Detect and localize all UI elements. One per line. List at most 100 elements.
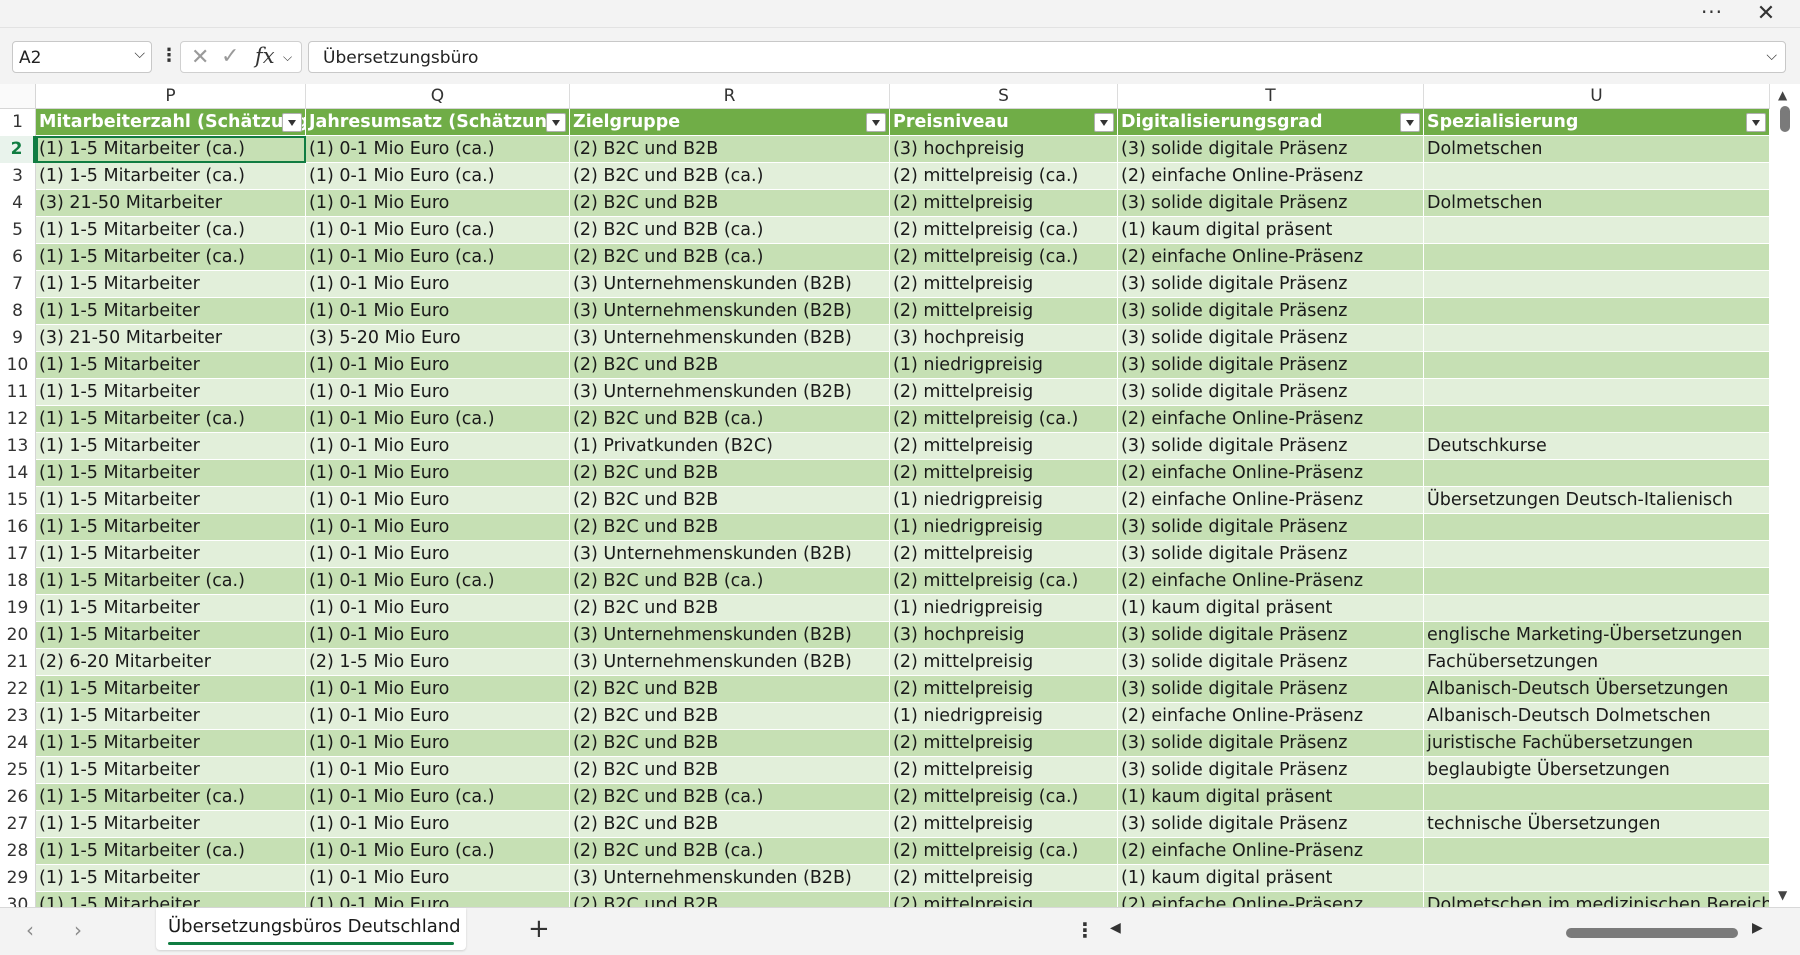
table-cell[interactable]: (1) 0-1 Mio Euro — [306, 892, 570, 907]
filter-dropdown-icon[interactable] — [1400, 113, 1420, 132]
scroll-right-icon[interactable]: ▶ — [1752, 920, 1763, 936]
table-cell[interactable]: (2) B2C und B2B (ca.) — [570, 244, 890, 271]
table-header-cell[interactable]: Jahresumsatz (Schätzung) — [306, 109, 570, 136]
row-number[interactable]: 6 — [0, 244, 36, 271]
table-cell[interactable]: (2) B2C und B2B — [570, 757, 890, 784]
table-cell[interactable]: (1) 0-1 Mio Euro (ca.) — [306, 568, 570, 595]
more-options-icon[interactable]: ··· — [1694, 2, 1730, 26]
filter-dropdown-icon[interactable] — [282, 113, 302, 132]
table-cell[interactable]: technische Übersetzungen — [1424, 811, 1770, 838]
row-number[interactable]: 26 — [0, 784, 36, 811]
table-cell[interactable]: (1) kaum digital präsent — [1118, 784, 1424, 811]
table-cell[interactable]: (2) 6-20 Mitarbeiter — [36, 649, 306, 676]
table-cell[interactable] — [1424, 595, 1770, 622]
table-cell[interactable] — [1424, 379, 1770, 406]
table-cell[interactable]: (2) einfache Online-Präsenz — [1118, 487, 1424, 514]
table-cell[interactable]: (3) Unternehmenskunden (B2B) — [570, 649, 890, 676]
table-cell[interactable] — [1424, 271, 1770, 298]
table-cell[interactable]: (1) 1-5 Mitarbeiter — [36, 514, 306, 541]
table-cell[interactable]: (3) solide digitale Präsenz — [1118, 325, 1424, 352]
table-cell[interactable]: (1) 0-1 Mio Euro — [306, 676, 570, 703]
table-cell[interactable]: (1) 1-5 Mitarbeiter — [36, 703, 306, 730]
table-cell[interactable]: (2) B2C und B2B — [570, 703, 890, 730]
check-icon[interactable]: ✓ — [221, 44, 239, 69]
table-cell[interactable]: (2) B2C und B2B — [570, 190, 890, 217]
table-cell[interactable]: (1) 0-1 Mio Euro (ca.) — [306, 784, 570, 811]
formula-input[interactable]: Übersetzungsbüro ⌵ — [308, 41, 1786, 73]
table-cell[interactable] — [1424, 244, 1770, 271]
table-cell[interactable]: (3) solide digitale Präsenz — [1118, 433, 1424, 460]
table-cell[interactable]: Dolmetschen — [1424, 190, 1770, 217]
table-cell[interactable]: (1) 1-5 Mitarbeiter — [36, 730, 306, 757]
table-cell[interactable]: (2) mittelpreisig (ca.) — [890, 838, 1118, 865]
table-cell[interactable]: (1) 0-1 Mio Euro — [306, 730, 570, 757]
table-cell[interactable]: (3) solide digitale Präsenz — [1118, 190, 1424, 217]
horizontal-scroll-thumb[interactable] — [1566, 928, 1738, 938]
row-number[interactable]: 16 — [0, 514, 36, 541]
table-header-cell[interactable]: Digitalisierungsgrad — [1118, 109, 1424, 136]
table-header-cell[interactable]: Preisniveau — [890, 109, 1118, 136]
table-cell[interactable]: (1) 0-1 Mio Euro — [306, 811, 570, 838]
table-cell[interactable]: (2) B2C und B2B (ca.) — [570, 784, 890, 811]
table-cell[interactable]: (3) Unternehmenskunden (B2B) — [570, 271, 890, 298]
table-cell[interactable]: (2) mittelpreisig (ca.) — [890, 244, 1118, 271]
table-cell[interactable]: englische Marketing-Übersetzungen — [1424, 622, 1770, 649]
table-cell[interactable]: (1) niedrigpreisig — [890, 487, 1118, 514]
table-cell[interactable]: (1) 0-1 Mio Euro (ca.) — [306, 217, 570, 244]
row-number[interactable]: 17 — [0, 541, 36, 568]
table-cell[interactable]: (1) 1-5 Mitarbeiter (ca.) — [36, 163, 306, 190]
table-cell[interactable]: (1) 0-1 Mio Euro — [306, 703, 570, 730]
table-cell[interactable]: (1) 0-1 Mio Euro — [306, 541, 570, 568]
table-cell[interactable]: (2) mittelpreisig — [890, 649, 1118, 676]
table-cell[interactable]: (2) mittelpreisig — [890, 379, 1118, 406]
table-header-cell[interactable]: Mitarbeiterzahl (Schätzung) — [36, 109, 306, 136]
table-cell[interactable]: (3) solide digitale Präsenz — [1118, 136, 1424, 163]
table-cell[interactable]: (2) einfache Online-Präsenz — [1118, 568, 1424, 595]
table-cell[interactable]: (1) 1-5 Mitarbeiter — [36, 865, 306, 892]
table-cell[interactable] — [1424, 541, 1770, 568]
table-cell[interactable]: (1) 1-5 Mitarbeiter — [36, 541, 306, 568]
vertical-scroll-thumb[interactable] — [1780, 106, 1790, 132]
table-cell[interactable]: (2) mittelpreisig — [890, 757, 1118, 784]
table-cell[interactable]: (3) 21-50 Mitarbeiter — [36, 190, 306, 217]
table-cell[interactable]: (2) mittelpreisig — [890, 811, 1118, 838]
table-cell[interactable] — [1424, 352, 1770, 379]
table-cell[interactable]: (1) 1-5 Mitarbeiter (ca.) — [36, 136, 306, 163]
chevron-down-icon[interactable]: ⌵ — [283, 50, 292, 65]
row-number[interactable]: 24 — [0, 730, 36, 757]
table-cell[interactable]: (1) 0-1 Mio Euro — [306, 352, 570, 379]
table-cell[interactable]: (1) 0-1 Mio Euro — [306, 865, 570, 892]
table-cell[interactable]: (2) mittelpreisig — [890, 271, 1118, 298]
table-cell[interactable] — [1424, 460, 1770, 487]
table-cell[interactable]: (3) solide digitale Präsenz — [1118, 541, 1424, 568]
row-number[interactable]: 8 — [0, 298, 36, 325]
table-cell[interactable]: (3) hochpreisig — [890, 622, 1118, 649]
row-number[interactable]: 20 — [0, 622, 36, 649]
row-number[interactable]: 28 — [0, 838, 36, 865]
table-cell[interactable]: (2) mittelpreisig — [890, 676, 1118, 703]
table-cell[interactable] — [1424, 865, 1770, 892]
column-header-p[interactable]: P — [36, 84, 306, 109]
table-cell[interactable]: (1) 0-1 Mio Euro (ca.) — [306, 838, 570, 865]
row-number[interactable]: 2 — [0, 136, 36, 163]
table-cell[interactable]: Dolmetschen — [1424, 136, 1770, 163]
close-icon[interactable]: ✕ — [1748, 2, 1784, 26]
row-number[interactable]: 14 — [0, 460, 36, 487]
row-number[interactable]: 18 — [0, 568, 36, 595]
table-cell[interactable] — [1424, 325, 1770, 352]
row-number[interactable]: 15 — [0, 487, 36, 514]
table-cell[interactable]: (2) B2C und B2B — [570, 811, 890, 838]
table-cell[interactable]: (2) B2C und B2B — [570, 676, 890, 703]
table-cell[interactable] — [1424, 298, 1770, 325]
table-cell[interactable] — [1424, 514, 1770, 541]
table-cell[interactable]: (1) 0-1 Mio Euro — [306, 757, 570, 784]
row-number[interactable]: 11 — [0, 379, 36, 406]
table-cell[interactable]: (1) 1-5 Mitarbeiter — [36, 298, 306, 325]
table-cell[interactable]: (2) B2C und B2B — [570, 352, 890, 379]
table-cell[interactable]: (3) Unternehmenskunden (B2B) — [570, 865, 890, 892]
table-cell[interactable] — [1424, 217, 1770, 244]
table-cell[interactable]: (3) solide digitale Präsenz — [1118, 676, 1424, 703]
table-cell[interactable]: (1) 0-1 Mio Euro (ca.) — [306, 163, 570, 190]
table-cell[interactable]: (1) 0-1 Mio Euro — [306, 433, 570, 460]
cancel-icon[interactable]: ✕ — [191, 45, 209, 70]
